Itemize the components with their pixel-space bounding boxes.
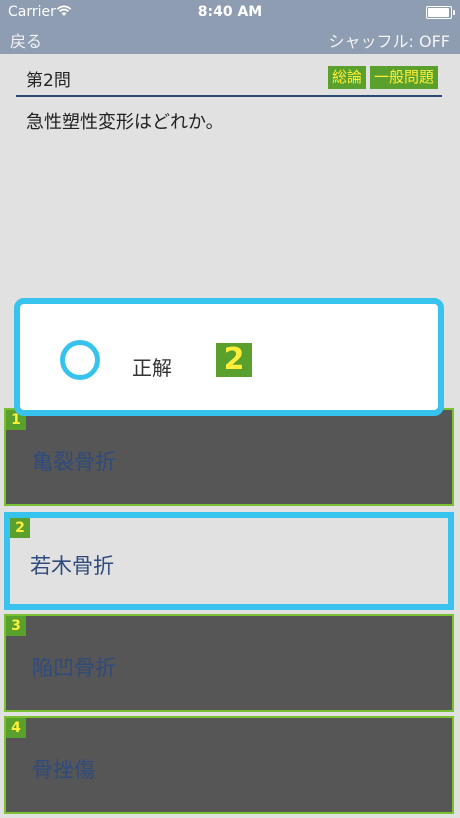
choice-number: 2: [10, 518, 30, 538]
correct-answer-number: 2: [216, 343, 252, 377]
choice-4[interactable]: 4 骨挫傷: [4, 716, 454, 814]
question-tags: 総論 一般問題: [327, 66, 438, 89]
tag-category: 総論: [327, 66, 366, 89]
battery-icon: [426, 6, 455, 19]
choice-text: 亀裂骨折: [32, 450, 116, 474]
choice-3[interactable]: 3 陥凹骨折: [4, 614, 454, 712]
choice-1[interactable]: 1 亀裂骨折: [4, 408, 454, 506]
result-label: 正解: [132, 356, 172, 380]
back-button[interactable]: 戻る: [10, 28, 42, 52]
choice-text: 骨挫傷: [32, 758, 95, 782]
choice-text: 陥凹骨折: [32, 656, 116, 680]
choice-2[interactable]: 2 若木骨折: [4, 512, 454, 610]
correct-circle-icon: [60, 340, 100, 380]
choice-number: 4: [6, 718, 26, 738]
choice-number: 3: [6, 616, 26, 636]
status-bar: Carrier 8:40 AM: [0, 0, 460, 24]
choice-text: 若木骨折: [30, 554, 114, 578]
question-text: 急性塑性変形はどれか。: [26, 112, 224, 133]
navigation-bar: Carrier 8:40 AM 戻る シャッフル: OFF: [0, 0, 460, 54]
question-number: 第2問: [26, 71, 71, 91]
clock: 8:40 AM: [197, 4, 263, 20]
tag-type: 一般問題: [369, 66, 438, 89]
result-popup[interactable]: 正解 2: [14, 298, 444, 416]
header-divider: [16, 95, 442, 97]
shuffle-toggle[interactable]: シャッフル: OFF: [329, 28, 450, 52]
